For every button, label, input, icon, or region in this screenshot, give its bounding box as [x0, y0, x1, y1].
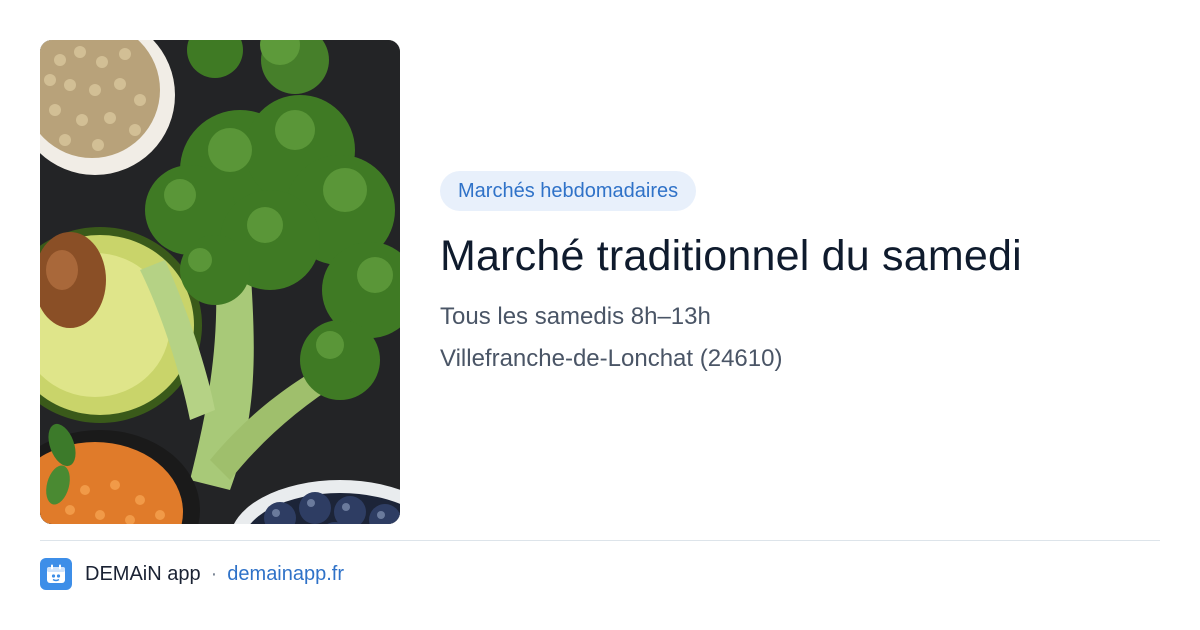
vegetables-illustration	[40, 40, 400, 524]
market-photo	[40, 40, 400, 524]
category-badge[interactable]: Marchés hebdomadaires	[440, 171, 697, 211]
app-calendar-icon	[40, 558, 72, 590]
event-schedule: Tous les samedis 8h–13h	[440, 303, 711, 330]
event-title: Marché traditionnel du samedi	[440, 232, 1022, 280]
brand-name: DEMAiN app	[85, 562, 201, 585]
event-location: Villefranche-de-Lonchat (24610)	[440, 345, 783, 372]
footer: DEMAiN app · demainapp.fr	[40, 557, 344, 591]
event-info: Marchés hebdomadaires Marché traditionne…	[440, 171, 1160, 373]
footer-separator: ·	[210, 562, 218, 585]
site-link[interactable]: demainapp.fr	[227, 563, 344, 586]
footer-divider	[40, 540, 1160, 541]
